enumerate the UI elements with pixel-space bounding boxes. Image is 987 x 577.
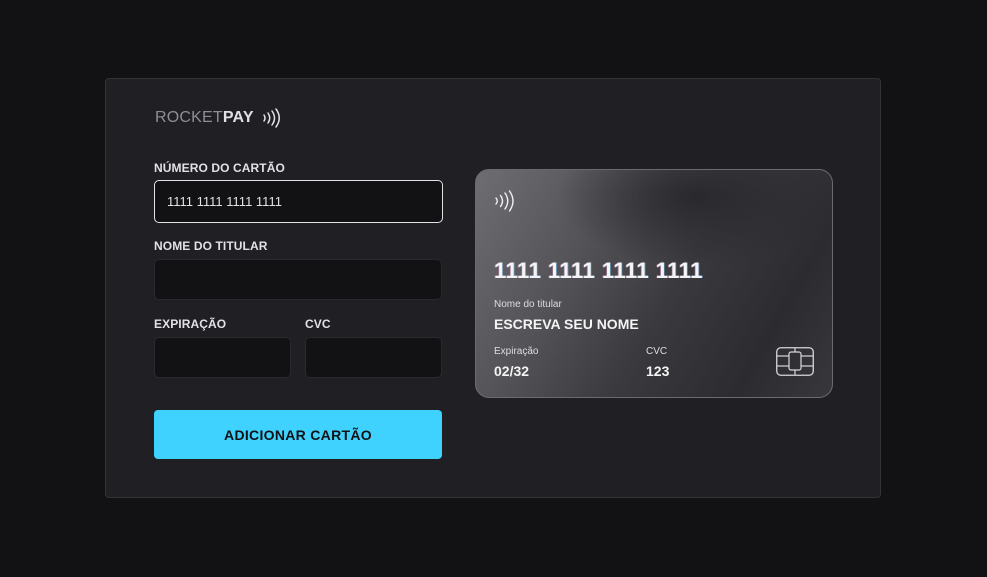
card-preview-expiration-label: Expiração (494, 346, 539, 357)
brand-logo: ROCKET PAY (155, 108, 280, 128)
card-preview-expiration-value: 02/32 (494, 363, 530, 379)
brand-name-bold: PAY (222, 109, 254, 126)
card-preview-cvc-label: CVC (646, 346, 668, 357)
card-preview-holder-value: ESCREVA SEU NOME (494, 316, 639, 332)
holder-name-label: NOME DO TITULAR (154, 239, 268, 253)
contactless-icon (494, 190, 514, 212)
add-card-button[interactable]: ADICIONAR CARTÃO (154, 410, 442, 459)
cvc-label: CVC (305, 317, 331, 331)
expiration-input[interactable] (154, 337, 291, 378)
brand-name-light: ROCKET (155, 109, 223, 126)
card-preview-number: 1111 1111 1111 1111 (494, 258, 704, 283)
card-number-label: NÚMERO DO CARTÃO (154, 161, 285, 175)
card-number-input[interactable] (154, 180, 443, 223)
card-preview-cvc-value: 123 (646, 363, 670, 379)
chip-icon (776, 347, 814, 376)
add-card-panel: ROCKET PAY NÚMERO DO CARTÃO NOME DO TITU… (105, 78, 881, 498)
card-preview: 1111 1111 1111 1111 Nome do titular ESCR… (475, 169, 833, 398)
expiration-label: EXPIRAÇÃO (154, 317, 227, 331)
card-preview-holder-label: Nome do titular (494, 299, 562, 310)
contactless-icon (262, 108, 280, 128)
cvc-input[interactable] (305, 337, 442, 378)
holder-name-input[interactable] (154, 259, 442, 300)
